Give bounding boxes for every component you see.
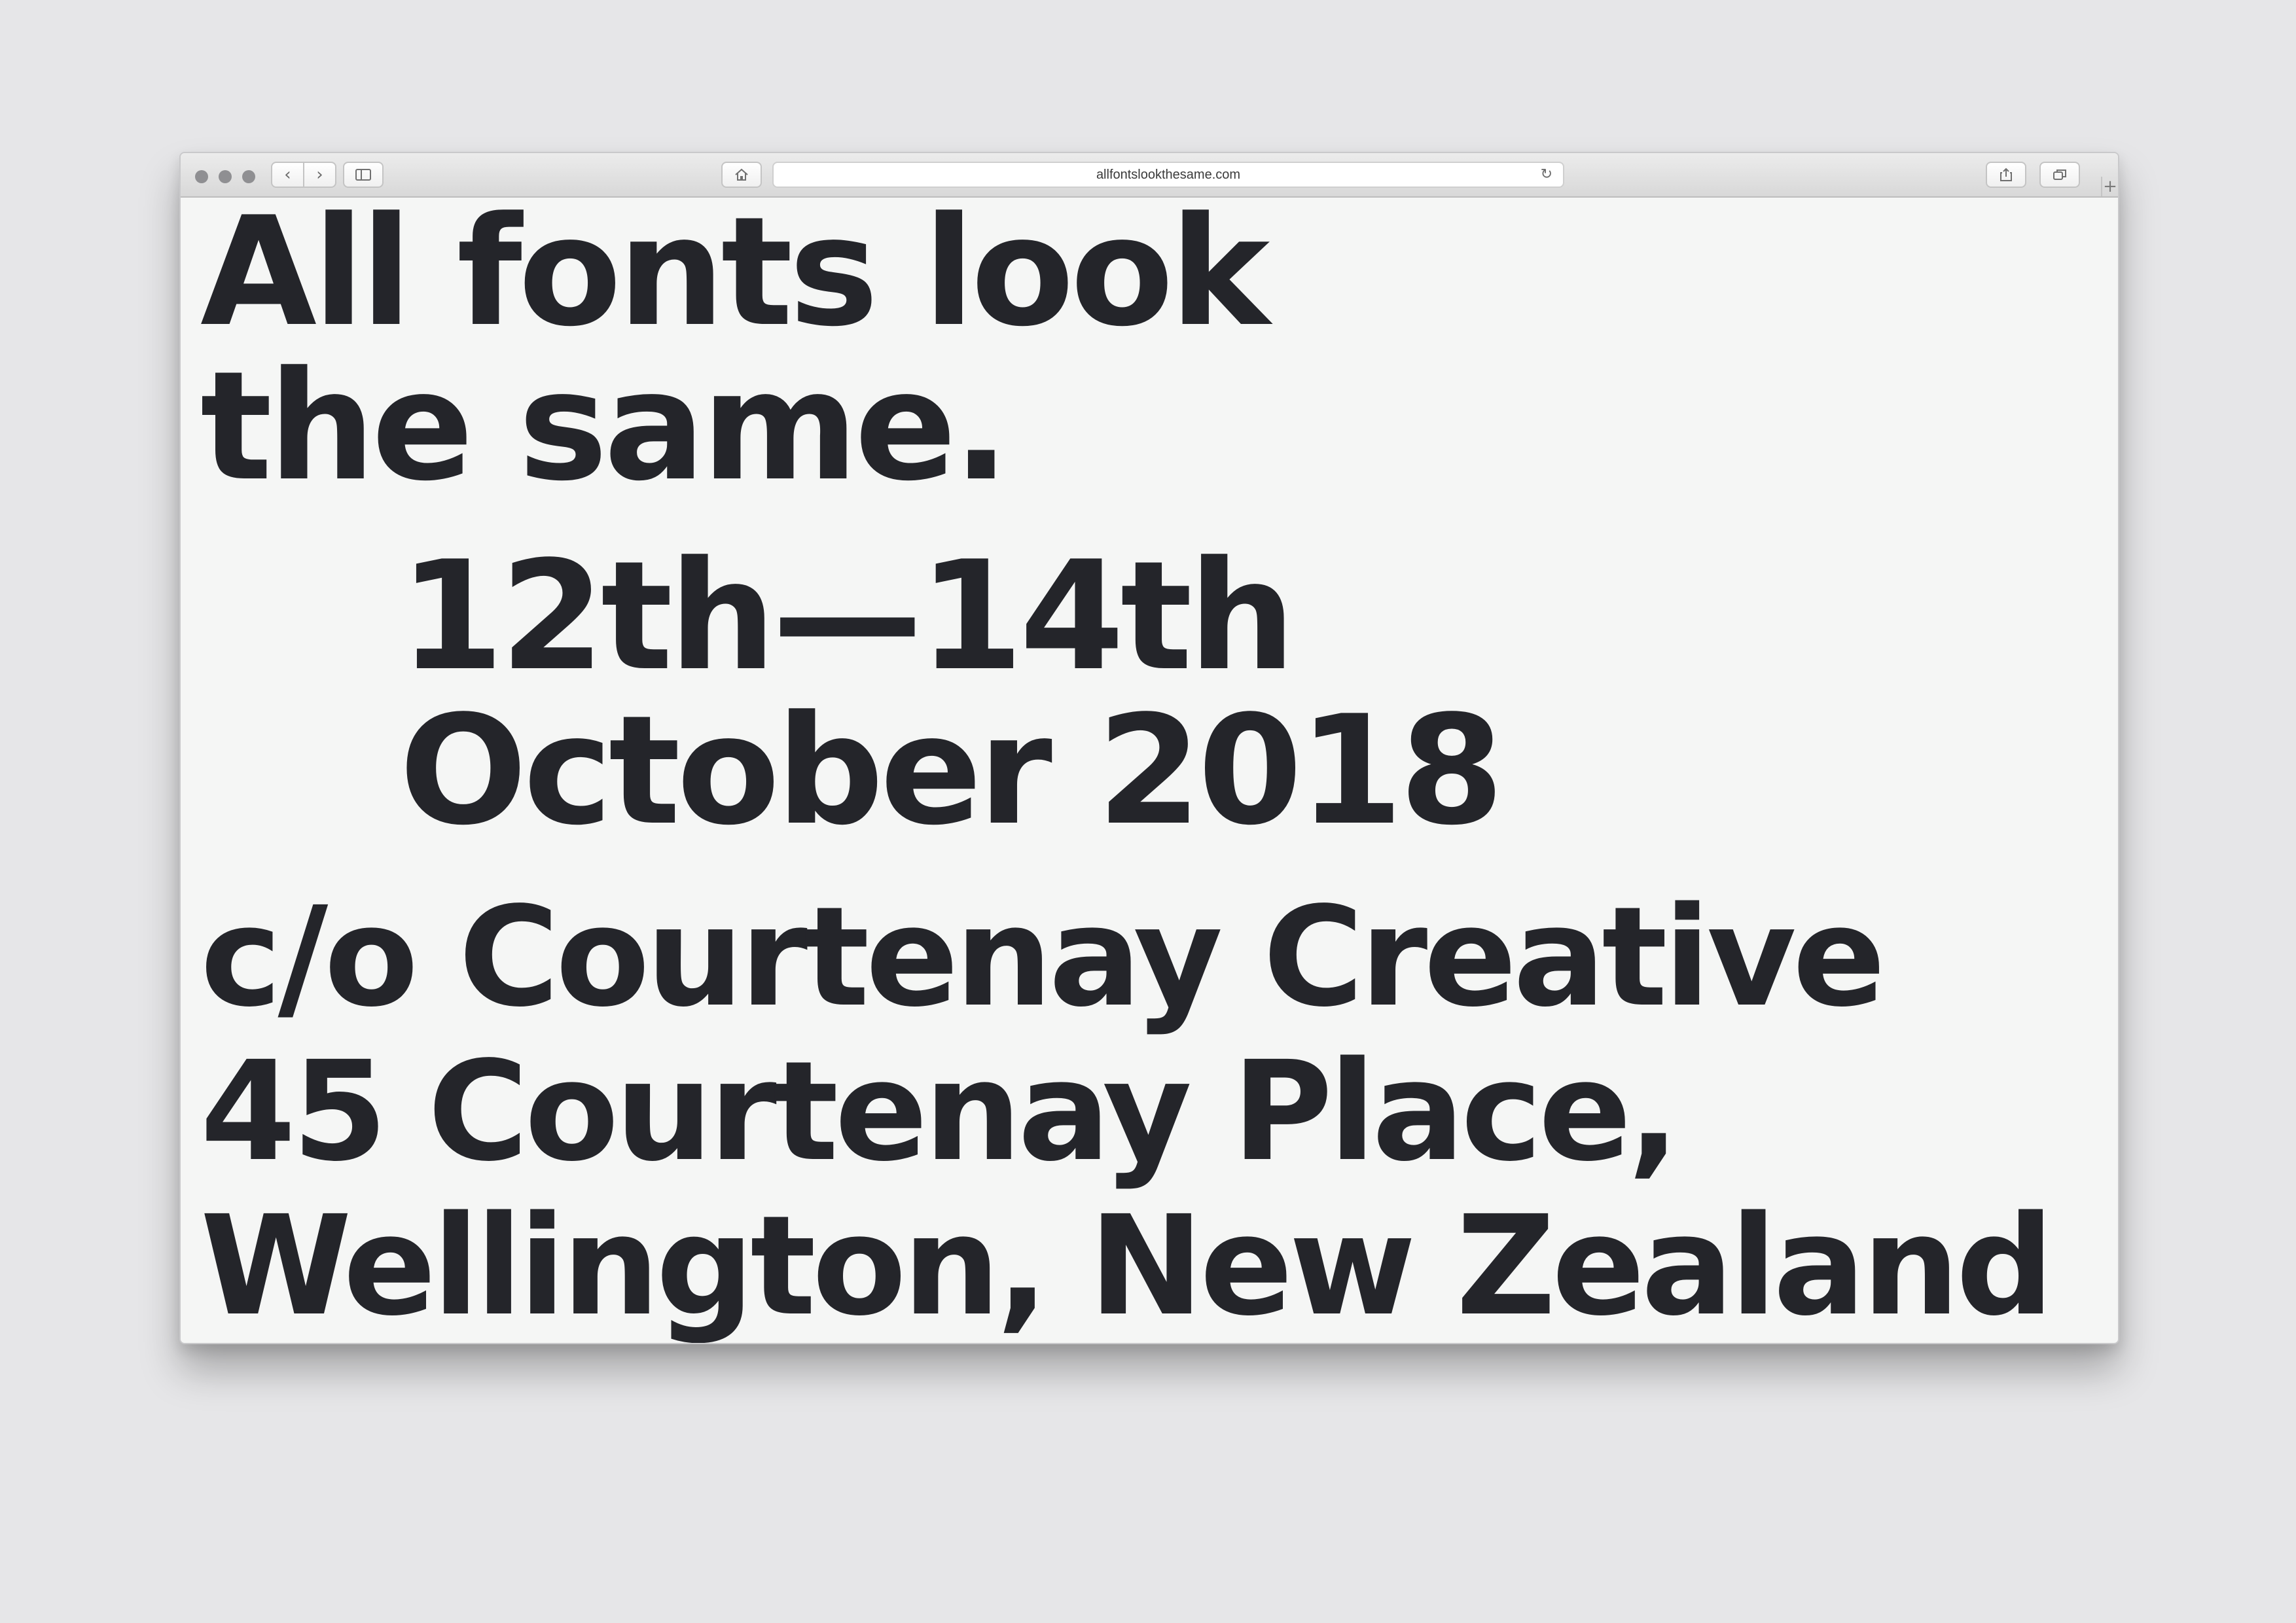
event-dates: 12th—14th xyxy=(399,529,1296,704)
venue-line-3: Wellington, New Zealand xyxy=(200,1186,2054,1344)
url-text: allfontslookthesame.com xyxy=(1096,168,1241,182)
sidebar-toggle-button[interactable] xyxy=(343,162,384,188)
sidebar-icon xyxy=(355,169,371,181)
minimize-window-button[interactable] xyxy=(219,170,232,183)
home-button[interactable] xyxy=(721,162,762,188)
chevron-right-icon: › xyxy=(316,165,323,185)
address-bar[interactable]: allfontslookthesame.com ↻ xyxy=(772,162,1564,188)
page-content: All fonts look the same. 12th—14th Octob… xyxy=(181,196,2118,1343)
plus-icon: + xyxy=(2103,177,2117,196)
venue-line-1: c/o Courtenay Creative xyxy=(200,877,1886,1037)
venue-line-2: 45 Courtenay Place, xyxy=(200,1031,1680,1192)
headline-line-2: the same. xyxy=(200,340,1010,514)
back-button[interactable]: ‹ xyxy=(272,163,303,187)
browser-window: ‹ › allfontslookthesame.com ↻ + All font… xyxy=(179,152,2119,1344)
share-icon xyxy=(2000,168,2012,181)
home-icon xyxy=(735,168,748,181)
zoom-window-button[interactable] xyxy=(242,170,255,183)
forward-button[interactable]: › xyxy=(303,163,335,187)
headline-line-1: All fonts look xyxy=(200,185,1270,360)
chevron-left-icon: ‹ xyxy=(284,165,291,185)
share-button[interactable] xyxy=(1986,162,2026,188)
event-month-year: October 2018 xyxy=(399,684,1504,859)
tabs-icon xyxy=(2053,169,2066,180)
new-tab-button[interactable]: + xyxy=(2101,177,2118,196)
reload-icon[interactable]: ↻ xyxy=(1541,166,1552,183)
close-window-button[interactable] xyxy=(195,170,208,183)
tabs-overview-button[interactable] xyxy=(2039,162,2080,188)
history-navigation: ‹ › xyxy=(271,162,336,188)
